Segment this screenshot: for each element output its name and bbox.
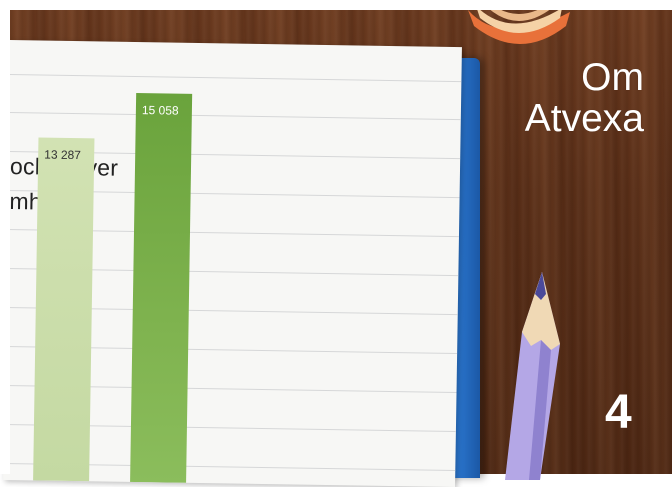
chart-bar — [33, 137, 95, 482]
chart-data-label: 13 287 — [44, 147, 82, 162]
ruled-line — [9, 73, 462, 83]
pencil-icon — [505, 272, 560, 480]
chart-bar — [130, 93, 193, 483]
section-title: Om Atvexa — [524, 56, 644, 140]
section-title-line-2: Atvexa — [524, 96, 644, 140]
chart-data-label: 15 058 — [141, 103, 179, 118]
ruled-line — [8, 111, 461, 121]
page-border-top — [0, 0, 672, 10]
page-number: 4 — [605, 386, 632, 439]
section-title-line-1: Om — [581, 56, 644, 99]
page-border-left — [0, 0, 10, 474]
notebook-page: och elever mheter 13 287 15 058 — [3, 40, 462, 487]
